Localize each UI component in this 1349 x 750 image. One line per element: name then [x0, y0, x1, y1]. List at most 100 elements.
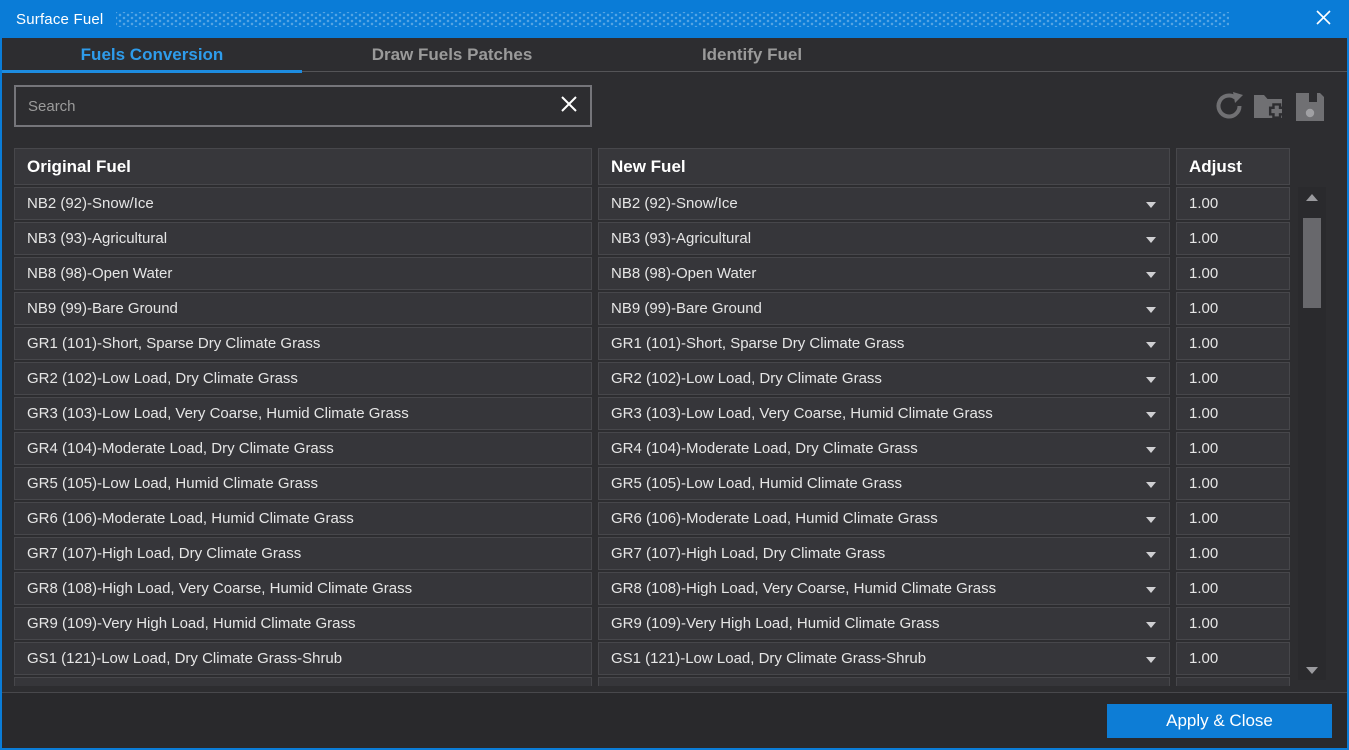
chevron-down-icon	[1146, 307, 1156, 313]
original-fuel-cell: GR9 (109)-Very High Load, Humid Climate …	[14, 607, 592, 640]
original-fuel-cell: GS1 (121)-Low Load, Dry Climate Grass-Sh…	[14, 642, 592, 675]
new-fuel-dropdown[interactable]: GR2 (102)-Low Load, Dry Climate Grass	[598, 362, 1170, 395]
save-icon	[1296, 109, 1324, 124]
column-header-adjust[interactable]: Adjust	[1176, 148, 1290, 185]
titlebar[interactable]: Surface Fuel	[0, 0, 1349, 38]
chevron-down-icon	[1146, 587, 1156, 593]
tab-identify-fuel[interactable]: Identify Fuel	[602, 38, 902, 71]
clear-search-button[interactable]	[550, 88, 588, 122]
table-row: GR2 (102)-Low Load, Dry Climate Grass GR…	[14, 362, 1290, 395]
table-row: NB3 (93)-Agricultural NB3 (93)-Agricultu…	[14, 222, 1290, 255]
adjust-value-cell[interactable]: 1.00	[1176, 432, 1290, 465]
column-header-original-fuel[interactable]: Original Fuel	[14, 148, 592, 185]
original-fuel-cell: GR4 (104)-Moderate Load, Dry Climate Gra…	[14, 432, 592, 465]
original-fuel-cell	[14, 677, 592, 686]
adjust-value-cell[interactable]: 1.00	[1176, 187, 1290, 220]
scroll-down-button[interactable]	[1298, 662, 1326, 678]
original-fuel-cell: NB2 (92)-Snow/Ice	[14, 187, 592, 220]
new-fuel-dropdown[interactable]: GS1 (121)-Low Load, Dry Climate Grass-Sh…	[598, 642, 1170, 675]
vertical-scrollbar[interactable]	[1298, 187, 1326, 680]
table-row: NB8 (98)-Open Water NB8 (98)-Open Water …	[14, 257, 1290, 290]
close-button[interactable]	[1303, 0, 1343, 38]
new-fuel-dropdown[interactable]: GR4 (104)-Moderate Load, Dry Climate Gra…	[598, 432, 1170, 465]
adjust-value-cell[interactable]: 1.00	[1176, 292, 1290, 325]
clear-search-icon	[560, 95, 578, 116]
new-fuel-dropdown[interactable]: NB8 (98)-Open Water	[598, 257, 1170, 290]
tab-draw-fuels-patches[interactable]: Draw Fuels Patches	[302, 38, 602, 71]
table-header: Original Fuel New Fuel Adjust	[14, 148, 1326, 185]
new-fuel-dropdown[interactable]: GR1 (101)-Short, Sparse Dry Climate Gras…	[598, 327, 1170, 360]
table-row: GR8 (108)-High Load, Very Coarse, Humid …	[14, 572, 1290, 605]
table-row: GR3 (103)-Low Load, Very Coarse, Humid C…	[14, 397, 1290, 430]
refresh-icon	[1214, 109, 1244, 124]
original-fuel-cell: GR6 (106)-Moderate Load, Humid Climate G…	[14, 502, 592, 535]
adjust-value-cell[interactable]: 1.00	[1176, 642, 1290, 675]
adjust-value-cell[interactable]: 1.00	[1176, 222, 1290, 255]
chevron-down-icon	[1146, 342, 1156, 348]
table-row: NB9 (99)-Bare Ground NB9 (99)-Bare Groun…	[14, 292, 1290, 325]
new-fuel-dropdown[interactable]: NB9 (99)-Bare Ground	[598, 292, 1170, 325]
new-fuel-dropdown[interactable]	[598, 677, 1170, 686]
table-row: GR9 (109)-Very High Load, Humid Climate …	[14, 607, 1290, 640]
window-title: Surface Fuel	[16, 11, 103, 28]
chevron-down-icon	[1146, 552, 1156, 558]
chevron-down-icon	[1146, 657, 1156, 663]
scroll-up-button[interactable]	[1298, 189, 1326, 205]
save-button[interactable]	[1296, 91, 1324, 121]
table-row: GR6 (106)-Moderate Load, Humid Climate G…	[14, 502, 1290, 535]
adjust-value-cell[interactable]: 1.00	[1176, 397, 1290, 430]
table-row-partial	[14, 677, 1290, 686]
original-fuel-cell: GR2 (102)-Low Load, Dry Climate Grass	[14, 362, 592, 395]
adjust-value-cell[interactable]: 1.00	[1176, 327, 1290, 360]
adjust-value-cell[interactable]: 1.00	[1176, 572, 1290, 605]
adjust-value-cell[interactable]: 1.00	[1176, 257, 1290, 290]
table-row: GR1 (101)-Short, Sparse Dry Climate Gras…	[14, 327, 1290, 360]
original-fuel-cell: NB3 (93)-Agricultural	[14, 222, 592, 255]
scrollbar-thumb[interactable]	[1303, 218, 1321, 308]
new-fuel-dropdown[interactable]: GR9 (109)-Very High Load, Humid Climate …	[598, 607, 1170, 640]
close-icon	[1316, 10, 1331, 28]
adjust-value-cell[interactable]: 1.00	[1176, 502, 1290, 535]
fuels-conversion-table: Original Fuel New Fuel Adjust NB2 (92)-S…	[14, 148, 1326, 185]
chevron-down-icon	[1146, 272, 1156, 278]
chevron-down-icon	[1146, 622, 1156, 628]
add-folder-button[interactable]	[1253, 91, 1287, 121]
adjust-value-cell[interactable]: 1.00	[1176, 537, 1290, 570]
surface-fuel-dialog: Surface Fuel Fuels Conversion Draw Fuels…	[0, 0, 1349, 750]
table-row: NB2 (92)-Snow/Ice NB2 (92)-Snow/Ice 1.00	[14, 187, 1290, 220]
tab-fuels-conversion[interactable]: Fuels Conversion	[2, 38, 302, 71]
chevron-down-icon	[1146, 202, 1156, 208]
new-fuel-dropdown[interactable]: GR3 (103)-Low Load, Very Coarse, Humid C…	[598, 397, 1170, 430]
original-fuel-cell: GR3 (103)-Low Load, Very Coarse, Humid C…	[14, 397, 592, 430]
new-fuel-dropdown[interactable]: GR8 (108)-High Load, Very Coarse, Humid …	[598, 572, 1170, 605]
new-fuel-dropdown[interactable]: NB3 (93)-Agricultural	[598, 222, 1170, 255]
footer: Apply & Close	[2, 693, 1347, 748]
new-fuel-dropdown[interactable]: GR7 (107)-High Load, Dry Climate Grass	[598, 537, 1170, 570]
tab-bar: Fuels Conversion Draw Fuels Patches Iden…	[2, 38, 1347, 72]
adjust-value-cell[interactable]: 1.00	[1176, 467, 1290, 500]
new-fuel-dropdown[interactable]: GR5 (105)-Low Load, Humid Climate Grass	[598, 467, 1170, 500]
chevron-down-icon	[1146, 412, 1156, 418]
toolbar	[1214, 88, 1324, 124]
original-fuel-cell: NB9 (99)-Bare Ground	[14, 292, 592, 325]
new-fuel-dropdown[interactable]: GR6 (106)-Moderate Load, Humid Climate G…	[598, 502, 1170, 535]
original-fuel-cell: GR1 (101)-Short, Sparse Dry Climate Gras…	[14, 327, 592, 360]
apply-close-button[interactable]: Apply & Close	[1107, 704, 1332, 738]
column-header-new-fuel[interactable]: New Fuel	[598, 148, 1170, 185]
original-fuel-cell: GR8 (108)-High Load, Very Coarse, Humid …	[14, 572, 592, 605]
chevron-down-icon	[1146, 377, 1156, 383]
original-fuel-cell: GR5 (105)-Low Load, Humid Climate Grass	[14, 467, 592, 500]
refresh-button[interactable]	[1214, 91, 1244, 121]
adjust-value-cell[interactable]: 1.00	[1176, 607, 1290, 640]
original-fuel-cell: NB8 (98)-Open Water	[14, 257, 592, 290]
adjust-value-cell[interactable]: 1.00	[1176, 362, 1290, 395]
adjust-value-cell[interactable]	[1176, 677, 1290, 686]
original-fuel-cell: GR7 (107)-High Load, Dry Climate Grass	[14, 537, 592, 570]
chevron-down-icon	[1146, 237, 1156, 243]
search-input[interactable]	[14, 85, 592, 127]
titlebar-grip-pattern	[116, 12, 1229, 27]
table-rows: NB2 (92)-Snow/Ice NB2 (92)-Snow/Ice 1.00…	[14, 187, 1290, 675]
new-fuel-dropdown[interactable]: NB2 (92)-Snow/Ice	[598, 187, 1170, 220]
chevron-down-icon	[1146, 482, 1156, 488]
scroll-down-icon	[1306, 667, 1318, 674]
